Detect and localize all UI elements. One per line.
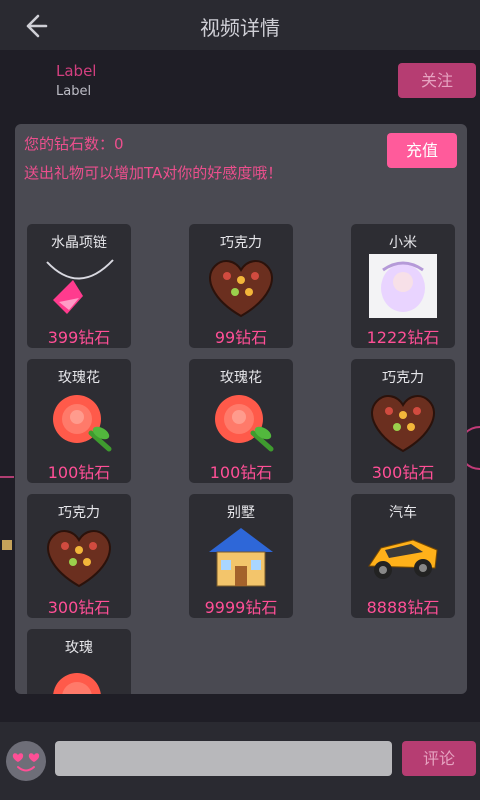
background-line bbox=[0, 476, 14, 478]
car-icon bbox=[368, 539, 438, 579]
chocolate-icon bbox=[209, 260, 273, 318]
gift-price: 300钻石 bbox=[371, 463, 435, 482]
anime-girl-icon bbox=[369, 254, 437, 318]
rose-icon bbox=[53, 395, 112, 452]
house-icon bbox=[209, 528, 273, 587]
gift-card[interactable]: 巧克力 300钻石 bbox=[27, 494, 131, 618]
gift-name: 别墅 bbox=[227, 505, 255, 521]
gift-name: 玫瑰 bbox=[65, 640, 93, 656]
recharge-button[interactable]: 充值 bbox=[387, 133, 457, 168]
gift-name: 汽车 bbox=[389, 505, 417, 521]
gift-name: 玫瑰花 bbox=[58, 370, 100, 386]
necklace-icon bbox=[46, 259, 114, 314]
top-bar: 视频详情 bbox=[0, 0, 480, 50]
heart-eyes-emoji-icon bbox=[8, 743, 44, 779]
gift-card[interactable]: 玫瑰 bbox=[27, 629, 131, 694]
gift-name: 巧克力 bbox=[382, 370, 424, 386]
rose-icon bbox=[215, 395, 274, 452]
gift-price: 9999钻石 bbox=[204, 598, 278, 617]
user-name[interactable]: Label bbox=[56, 62, 96, 80]
gift-name: 玫瑰花 bbox=[220, 370, 262, 386]
gift-price: 399钻石 bbox=[47, 328, 111, 347]
gift-card[interactable]: 汽车 8888钻石 bbox=[351, 494, 455, 618]
gift-name: 小米 bbox=[389, 235, 417, 251]
page-title: 视频详情 bbox=[200, 16, 280, 40]
gift-card[interactable]: 玫瑰花 100钻石 bbox=[27, 359, 131, 483]
follow-button[interactable]: 关注 bbox=[398, 63, 476, 98]
gift-card[interactable]: 巧克力 99钻石 bbox=[189, 224, 293, 348]
gift-price: 300钻石 bbox=[47, 598, 111, 617]
gift-price: 100钻石 bbox=[47, 463, 111, 482]
gift-name: 巧克力 bbox=[220, 235, 262, 251]
gift-price: 99钻石 bbox=[214, 328, 268, 347]
comment-button[interactable]: 评论 bbox=[402, 741, 476, 776]
emoji-button[interactable] bbox=[6, 741, 46, 781]
gift-card[interactable]: 小米 1222钻石 bbox=[351, 224, 455, 348]
rose-icon bbox=[53, 673, 101, 694]
user-subtitle: Label bbox=[56, 84, 92, 99]
gift-card[interactable]: 巧克力 300钻石 bbox=[351, 359, 455, 483]
gift-price: 8888钻石 bbox=[366, 598, 440, 617]
background-thumbnail bbox=[2, 540, 12, 550]
gift-hint: 送出礼物可以增加TA对你的好感度哦！ bbox=[24, 164, 283, 182]
gift-card[interactable]: 玫瑰花 100钻石 bbox=[189, 359, 293, 483]
gift-card[interactable]: 水晶项链 399钻石 bbox=[27, 224, 131, 348]
diamond-balance: 您的钻石数：0 bbox=[24, 135, 124, 153]
gift-price: 100钻石 bbox=[209, 463, 273, 482]
comment-input[interactable] bbox=[55, 741, 392, 776]
gift-price: 1222钻石 bbox=[366, 328, 440, 347]
gift-name: 水晶项链 bbox=[51, 235, 107, 251]
chocolate-icon bbox=[47, 530, 111, 588]
gift-card[interactable]: 别墅 9999钻石 bbox=[189, 494, 293, 618]
chocolate-icon bbox=[371, 395, 435, 453]
gift-dialog: 您的钻石数：0 送出礼物可以增加TA对你的好感度哦！ 充值 水晶项链 399钻石… bbox=[15, 124, 467, 694]
gift-name: 巧克力 bbox=[58, 505, 100, 521]
